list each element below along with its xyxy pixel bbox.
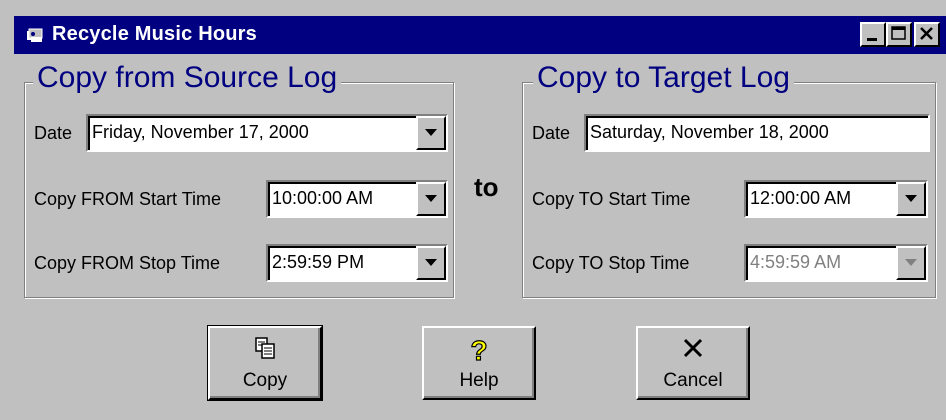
help-button-label: Help bbox=[459, 370, 499, 391]
target-start-time-value: 12:00:00 AM bbox=[750, 188, 852, 208]
source-date-picker[interactable]: Friday, November 17, 2000 bbox=[86, 114, 448, 152]
source-log-heading: Copy from Source Log bbox=[33, 61, 342, 95]
question-mark-icon: ? bbox=[470, 334, 488, 366]
maximize-icon bbox=[891, 26, 906, 40]
chevron-down-icon[interactable] bbox=[416, 246, 446, 280]
window-title: Recycle Music Hours bbox=[52, 23, 257, 45]
source-stop-time-label: Copy FROM Stop Time bbox=[34, 253, 221, 273]
target-date-value: Saturday, November 18, 2000 bbox=[590, 122, 829, 142]
maximize-button[interactable] bbox=[886, 22, 912, 47]
chevron-down-icon[interactable] bbox=[416, 116, 446, 150]
minimize-icon bbox=[867, 38, 877, 41]
cancel-button[interactable]: Cancel bbox=[636, 326, 750, 400]
target-log-heading: Copy to Target Log bbox=[533, 61, 794, 95]
target-date-field[interactable]: Saturday, November 18, 2000 bbox=[584, 114, 930, 152]
title-bar[interactable]: Recycle Music Hours bbox=[14, 16, 946, 54]
chevron-down-icon bbox=[896, 246, 926, 280]
target-start-time-combo[interactable]: 12:00:00 AM bbox=[744, 180, 928, 218]
close-x-icon bbox=[683, 338, 703, 358]
source-date-value: Friday, November 17, 2000 bbox=[92, 122, 309, 142]
target-stop-time-combo: 4:59:59 AM bbox=[744, 244, 928, 282]
source-start-time-combo[interactable]: 10:00:00 AM bbox=[266, 180, 448, 218]
source-stop-time-value: 2:59:59 PM bbox=[272, 252, 365, 272]
close-button[interactable] bbox=[914, 22, 940, 47]
source-date-label: Date bbox=[34, 123, 73, 143]
source-start-time-label: Copy FROM Start Time bbox=[34, 189, 222, 209]
chevron-down-icon[interactable] bbox=[416, 182, 446, 216]
target-start-time-label: Copy TO Start Time bbox=[532, 189, 691, 209]
help-button[interactable]: ? Help bbox=[422, 326, 536, 400]
cancel-button-label: Cancel bbox=[663, 370, 723, 391]
copy-icon bbox=[255, 337, 275, 359]
target-stop-time-label: Copy TO Stop Time bbox=[532, 253, 690, 273]
svg-text:?: ? bbox=[470, 336, 487, 364]
copy-button[interactable]: Copy bbox=[207, 325, 323, 401]
app-icon bbox=[27, 28, 43, 42]
chevron-down-icon[interactable] bbox=[896, 182, 926, 216]
to-connector-label: to bbox=[474, 172, 499, 202]
minimize-button[interactable] bbox=[860, 22, 886, 47]
close-icon bbox=[920, 27, 933, 40]
target-stop-time-value: 4:59:59 AM bbox=[750, 252, 842, 272]
copy-button-label: Copy bbox=[242, 370, 288, 391]
target-date-label: Date bbox=[532, 123, 571, 143]
source-stop-time-combo[interactable]: 2:59:59 PM bbox=[266, 244, 448, 282]
recycle-music-hours-dialog: Recycle Music Hours Copy from Source Log… bbox=[0, 0, 946, 420]
source-start-time-value: 10:00:00 AM bbox=[272, 188, 374, 208]
